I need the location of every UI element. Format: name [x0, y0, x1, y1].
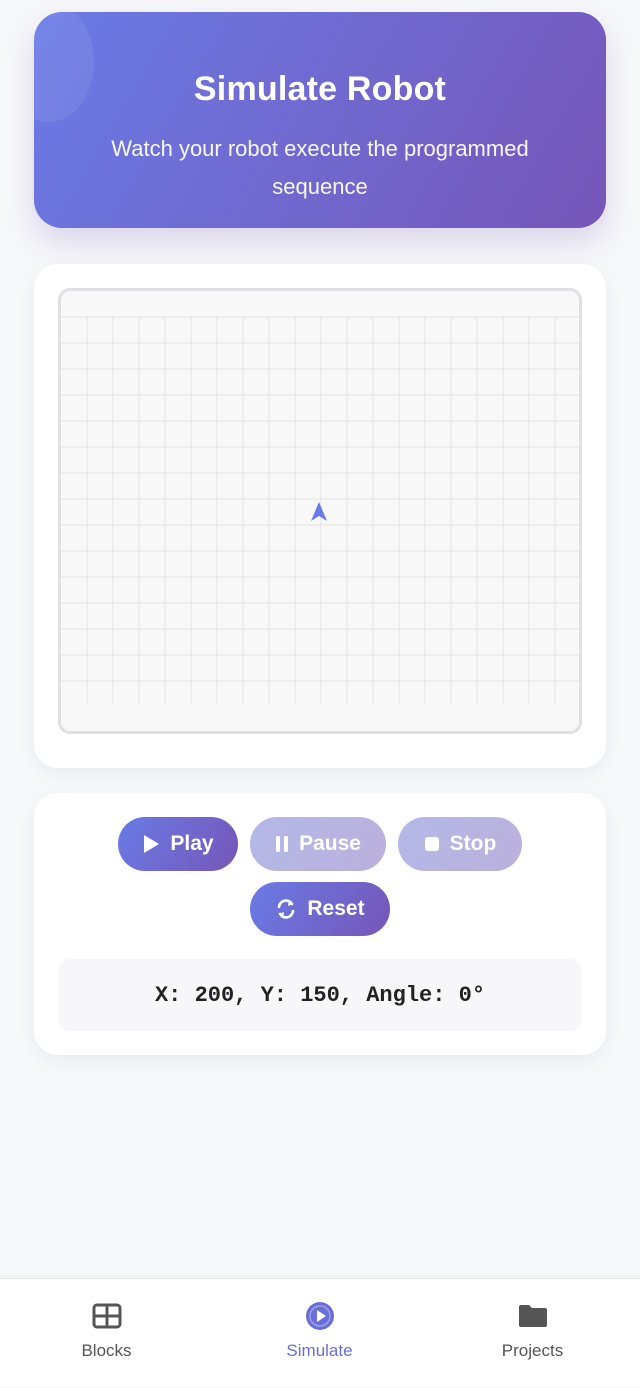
pause-button-label: Pause	[299, 832, 361, 855]
stop-button-label: Stop	[449, 832, 497, 855]
nav-label-projects: Projects	[501, 1341, 564, 1360]
play-icon	[144, 835, 160, 853]
nav-label-simulate: Simulate	[286, 1341, 353, 1360]
refresh-icon	[278, 899, 295, 919]
controls-card: Play Pause Stop Reset X: 200, Y: 150, An…	[34, 793, 606, 1055]
reset-button-label: Reset	[307, 897, 365, 920]
position-readout: X: 200, Y: 150, Angle: 0°	[58, 959, 582, 1031]
play-button-label: Play	[170, 832, 214, 855]
pause-button[interactable]: Pause	[250, 817, 386, 871]
page-title: Simulate Robot	[193, 70, 447, 108]
folder-icon	[518, 1305, 547, 1327]
position-text: X: 200, Y: 150, Angle: 0°	[154, 982, 486, 1008]
grid-icon	[92, 1303, 121, 1329]
play-circle-icon	[305, 1302, 334, 1330]
simulation-canvas[interactable]	[58, 288, 582, 734]
nav-label-blocks: Blocks	[81, 1341, 132, 1360]
page-subtitle: Watch your robot execute the programmed …	[111, 136, 529, 199]
simulation-card	[34, 264, 606, 768]
robot-icon	[311, 502, 327, 521]
stop-icon	[424, 837, 439, 851]
page-header: Simulate Robot Watch your robot execute …	[34, 12, 606, 228]
stop-button[interactable]: Stop	[398, 817, 522, 871]
play-button[interactable]: Play	[118, 817, 238, 871]
reset-button[interactable]: Reset	[250, 882, 390, 936]
nav-item-projects[interactable]: Projects	[426, 1279, 639, 1388]
bottom-navigation: Blocks Simulate Projects	[0, 1278, 640, 1387]
pause-icon	[276, 836, 289, 852]
nav-item-simulate[interactable]: Simulate	[213, 1279, 426, 1388]
nav-item-blocks[interactable]: Blocks	[0, 1279, 213, 1388]
